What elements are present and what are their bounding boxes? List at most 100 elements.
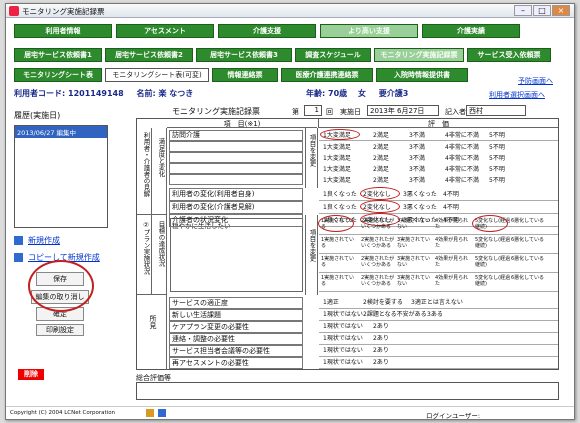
sat-row-3-opt-3[interactable]: 4非常に不満 [445,164,479,173]
sat-row-3-opt-0[interactable]: 1大変満足 [323,164,351,173]
sat-row-4-opt-1[interactable]: 2満足 [373,175,389,184]
nav-nav_row1-4[interactable]: 介護実績 [422,24,520,38]
section3-label: 所見 [137,295,167,370]
new-create-link[interactable]: 新規作成 [28,235,60,246]
sat-row-3-opt-1[interactable]: 2満足 [373,164,389,173]
section1-sub: 満足度と変化 [152,128,167,215]
user-code-label: 利用者コード: [14,89,66,98]
sat-row-3-item[interactable] [169,163,303,174]
sat-row-1-opt-4[interactable]: 5不明 [489,142,505,151]
sat-row-2-opt-4[interactable]: 5不明 [489,153,505,162]
history-item[interactable]: 2013/06/27 編集中 [15,126,107,138]
round-suffix: 回 [326,108,333,116]
sat-row-2-opt-1[interactable]: 2満足 [373,153,389,162]
nav-nav_row2-5[interactable]: サービス受入依頼票 [467,48,551,62]
section1-label: 利用者・介護者の見解 [137,128,152,215]
find-row-3-eval-cell [319,333,558,345]
date-picker[interactable]: 2013年 6月27日 [367,105,439,116]
history-title: 履歴(実施日) [14,111,61,120]
find-row-5-eval-cell [319,357,558,369]
sat-row-4-opt-0[interactable]: 1大変満足 [323,175,351,184]
nav-nav_row2-4[interactable]: モニタリング実施記録票 [374,48,464,62]
nav-nav_row3-1[interactable]: モニタリングシート表(可変) [105,68,209,82]
find-row-2-item: ケアプラン変更の必要性 [169,321,303,333]
find-row-4-item: サービス担当者会議等の必要性 [169,345,303,357]
sat-row-3-opt-2[interactable]: 3不満 [409,164,425,173]
sat-row-2-opt-0[interactable]: 1大変満足 [323,153,351,162]
round-input[interactable]: 1 [304,105,322,116]
close-icon[interactable]: × [552,5,570,16]
history-list[interactable]: 2013/06/27 編集中 [14,125,108,228]
nav-nav_row2-2[interactable]: 居宅サービス依頼書3 [196,48,292,62]
sat-row-1-opt-2[interactable]: 3不満 [409,142,425,151]
sat-row-2-item[interactable] [169,152,303,163]
status-bar: Copyright (C) 2004 LCNet Corporation ログイ… [6,406,574,420]
find-row-1-eval-cell [319,309,558,321]
round-label: 第 [292,108,299,116]
goal-row-1-cell [319,235,558,254]
sat-row-3-opt-4[interactable]: 5不明 [489,164,505,173]
nav-nav_row3-4[interactable]: 入院時情報提供書 [376,68,468,82]
recorder-label: 記入者 [445,108,466,116]
sat-row-4-item[interactable] [169,174,303,185]
sat-row-1-opt-0[interactable]: 1大変満足 [323,142,351,151]
user-select-link[interactable]: 利用者選択画面へ [489,90,545,100]
date-label: 実施日 [340,108,361,116]
highlight-circle [28,260,94,312]
sat-row-0-eval-cell [319,130,558,141]
sat-row-2-opt-2[interactable]: 3不満 [409,153,425,162]
window-title: モニタリング実施記録票 [22,7,105,16]
goal-selected-ring-2 [472,215,508,232]
nav-nav_row3-3[interactable]: 医療介護連携連絡票 [281,68,373,82]
change-row-0-item: 利用者の変化(利用者自身) [169,188,303,201]
section2-sub: 目標の達成状況 [152,215,167,295]
copy-doc-icon [14,253,23,262]
form-title: モニタリング実施記録票 [172,107,260,116]
sat-row-1-opt-1[interactable]: 2満足 [373,142,389,151]
change-row-1-eval-cell [319,201,558,214]
find-row-0-eval-cell [319,297,558,309]
maximize-icon[interactable]: □ [533,5,551,16]
new-doc-icon [14,236,23,245]
minimize-icon[interactable]: – [514,5,532,16]
sat-row-1-item[interactable] [169,141,303,152]
sat-row-4-opt-3[interactable]: 4非常に不満 [445,175,479,184]
nav-nav_row2-0[interactable]: 居宅サービス依頼書1 [14,48,102,62]
nav-nav_row1-3[interactable]: より高い支援 [320,24,418,38]
summary-textarea[interactable] [136,382,559,400]
nav-nav_row2-3[interactable]: 調査スケジュール [295,48,371,62]
find-row-2-eval-cell [319,321,558,333]
sex-value: 女 [357,89,366,98]
change-row-0-eval-cell [319,188,558,201]
sat-row-4-opt-4[interactable]: 5不明 [489,175,505,184]
goal-row-2-cell [319,254,558,273]
sat-row-4-opt-2[interactable]: 3不満 [409,175,425,184]
nav-nav_row1-2[interactable]: 介護支援 [218,24,316,38]
age-label: 年齢: [306,89,326,98]
item-column-header: 項 目(※1) [167,119,317,128]
nav-nav_row2-1[interactable]: 居宅サービス依頼書2 [105,48,193,62]
recorder-input[interactable]: 西村 [466,105,526,116]
title-bar: モニタリング実施記録票 – □ × [6,4,574,18]
goal-row-0-cell [319,216,558,235]
sat-row-2-opt-3[interactable]: 4非常に不満 [445,153,479,162]
user-info: 利用者コード: 1201149148 名前: 楽 なつき [14,88,193,99]
app-icon-2 [158,409,166,417]
change-row-2-item: 介護者の状況変化 [169,214,303,227]
nav-nav_row1-0[interactable]: 利用者情報 [14,24,112,38]
goal-selected-ring-1 [318,215,354,232]
delete-button[interactable]: 削除 [18,369,44,380]
find-row-0-item: サービスの適正度 [169,297,303,309]
prev-screen-link[interactable]: 予防画面へ [518,76,553,86]
nav-nav_row3-0[interactable]: モニタリングシート表 [14,68,102,82]
change-item-button-1[interactable]: 項目を変更 [305,128,318,188]
nav-nav_row3-2[interactable]: 情報連絡票 [212,68,278,82]
nav-nav_row1-1[interactable]: アセスメント [116,24,214,38]
section2-label: ②プラン実施状況 [137,215,152,295]
care-level: 要介護3 [378,89,409,98]
goal-text[interactable]: 穏やかに生活したい [170,218,303,292]
change-item-button-2[interactable]: 項目を変更 [305,215,318,295]
sat-row-0-item: 訪問介護 [169,130,303,141]
sat-row-1-opt-3[interactable]: 4非常に不満 [445,142,479,151]
print-settings-button[interactable]: 印刷設定 [36,324,84,336]
